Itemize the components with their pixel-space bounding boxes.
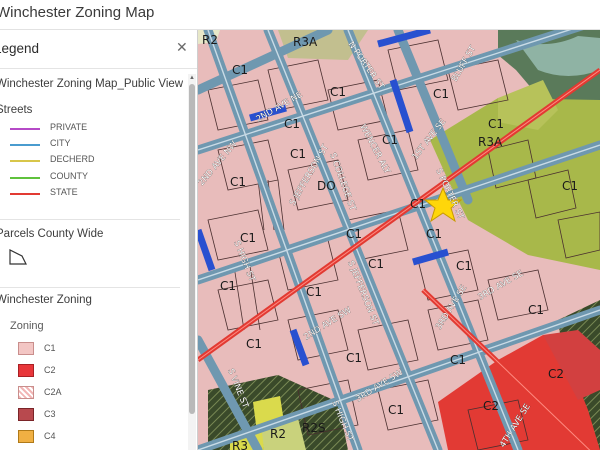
legend-item-c2: C2 bbox=[18, 362, 178, 380]
legend-title: Legend bbox=[0, 41, 40, 56]
zone-label: C1 bbox=[562, 179, 578, 193]
zoning-subtitle: Zoning bbox=[10, 320, 44, 332]
legend-item-label: C2A bbox=[44, 387, 62, 397]
legend-item-label: CITY bbox=[50, 138, 71, 148]
private-line-swatch bbox=[10, 128, 40, 130]
streets-group-title: Streets bbox=[0, 104, 33, 116]
zone-label: R3 bbox=[232, 439, 248, 450]
c2-swatch bbox=[18, 364, 34, 377]
zone-label: C2 bbox=[483, 399, 499, 413]
zone-label: R2S bbox=[302, 421, 326, 435]
c3-swatch bbox=[18, 408, 34, 421]
legend-item-label: COUNTY bbox=[50, 171, 88, 181]
zone-label: C1 bbox=[284, 117, 300, 131]
c1-swatch bbox=[18, 342, 34, 355]
legend-item-label: DECHERD bbox=[50, 154, 95, 164]
parcels-group-title: Parcels County Wide bbox=[0, 228, 104, 240]
zone-label: C2 bbox=[548, 367, 564, 381]
legend-item-label: C2 bbox=[44, 365, 56, 375]
zone-label: C1 bbox=[388, 403, 404, 417]
zone-label: C1 bbox=[433, 87, 449, 101]
legend-item-county: COUNTY bbox=[10, 171, 170, 185]
legend-header: Legend ✕ bbox=[0, 30, 197, 69]
zone-label: R2 bbox=[270, 427, 286, 441]
parcel-polygon-icon bbox=[9, 249, 27, 265]
zone-label: C1 bbox=[220, 279, 236, 293]
close-icon[interactable]: ✕ bbox=[176, 39, 188, 56]
legend-divider bbox=[0, 219, 180, 220]
county-line-swatch bbox=[10, 177, 40, 179]
legend-item-label: PRIVATE bbox=[50, 122, 88, 132]
legend-item-label: C4 bbox=[44, 431, 56, 441]
decherd-line-swatch bbox=[10, 160, 40, 162]
zone-label: C1 bbox=[410, 197, 426, 211]
scroll-up-arrow-icon[interactable]: ▲ bbox=[188, 74, 196, 82]
zone-label: C1 bbox=[528, 303, 544, 317]
legend-item-label: C1 bbox=[44, 343, 56, 353]
city-line-swatch bbox=[10, 144, 40, 146]
legend-scrollbar[interactable]: ▲ bbox=[188, 74, 196, 450]
zoning-group-title: Winchester Zoning bbox=[0, 294, 92, 306]
layer-title: Winchester Zoning Map_Public View bbox=[0, 78, 184, 90]
legend-divider bbox=[0, 287, 180, 288]
zone-label: DO bbox=[317, 179, 336, 193]
c2a-swatch bbox=[18, 386, 34, 399]
legend-item-c1: C1 bbox=[18, 340, 178, 358]
legend-item-c4: C4 bbox=[18, 428, 178, 446]
zone-label: C1 bbox=[346, 227, 362, 241]
zone-label: C1 bbox=[382, 133, 398, 147]
legend-item-c3: C3 bbox=[18, 406, 178, 424]
zone-label: C1 bbox=[330, 85, 346, 99]
scroll-thumb[interactable] bbox=[189, 84, 195, 414]
zone-label: C1 bbox=[368, 257, 384, 271]
legend-item-state: STATE bbox=[10, 187, 170, 201]
c4-swatch bbox=[18, 430, 34, 443]
app-title: Winchester Zoning Map bbox=[0, 4, 155, 21]
legend-item-label: C3 bbox=[44, 409, 56, 419]
zone-label: R2 bbox=[202, 33, 218, 47]
zone-label: C1 bbox=[232, 63, 248, 77]
app-titlebar: Winchester Zoning Map bbox=[0, 0, 600, 30]
zone-label: C1 bbox=[346, 351, 362, 365]
zone-label: C1 bbox=[488, 117, 504, 131]
legend-panel: Legend ✕ Winchester Zoning Map_Public Vi… bbox=[0, 30, 198, 450]
zone-label: C1 bbox=[450, 353, 466, 367]
legend-item-c2a: C2A bbox=[18, 384, 178, 402]
zone-label: C1 bbox=[306, 285, 322, 299]
zone-label: C1 bbox=[426, 227, 442, 241]
map-canvas[interactable]: R2 R3A C1 C1 C1 C1 C1 R3A C1 C1 DO C1 C1… bbox=[198, 30, 600, 450]
zone-label: C1 bbox=[456, 259, 472, 273]
state-line-swatch bbox=[10, 193, 40, 195]
zone-label: C1 bbox=[246, 337, 262, 351]
map-view[interactable]: R2 R3A C1 C1 C1 C1 C1 R3A C1 C1 DO C1 C1… bbox=[198, 30, 600, 450]
legend-item-decherd: DECHERD bbox=[10, 154, 170, 168]
legend-item-city: CITY bbox=[10, 138, 170, 152]
zone-label: C1 bbox=[290, 147, 306, 161]
legend-item-label: STATE bbox=[50, 187, 78, 197]
zone-label: R3A bbox=[293, 35, 318, 49]
zone-label: R3A bbox=[478, 135, 503, 149]
zone-label: C1 bbox=[230, 175, 246, 189]
legend-item-private: PRIVATE bbox=[10, 122, 170, 136]
